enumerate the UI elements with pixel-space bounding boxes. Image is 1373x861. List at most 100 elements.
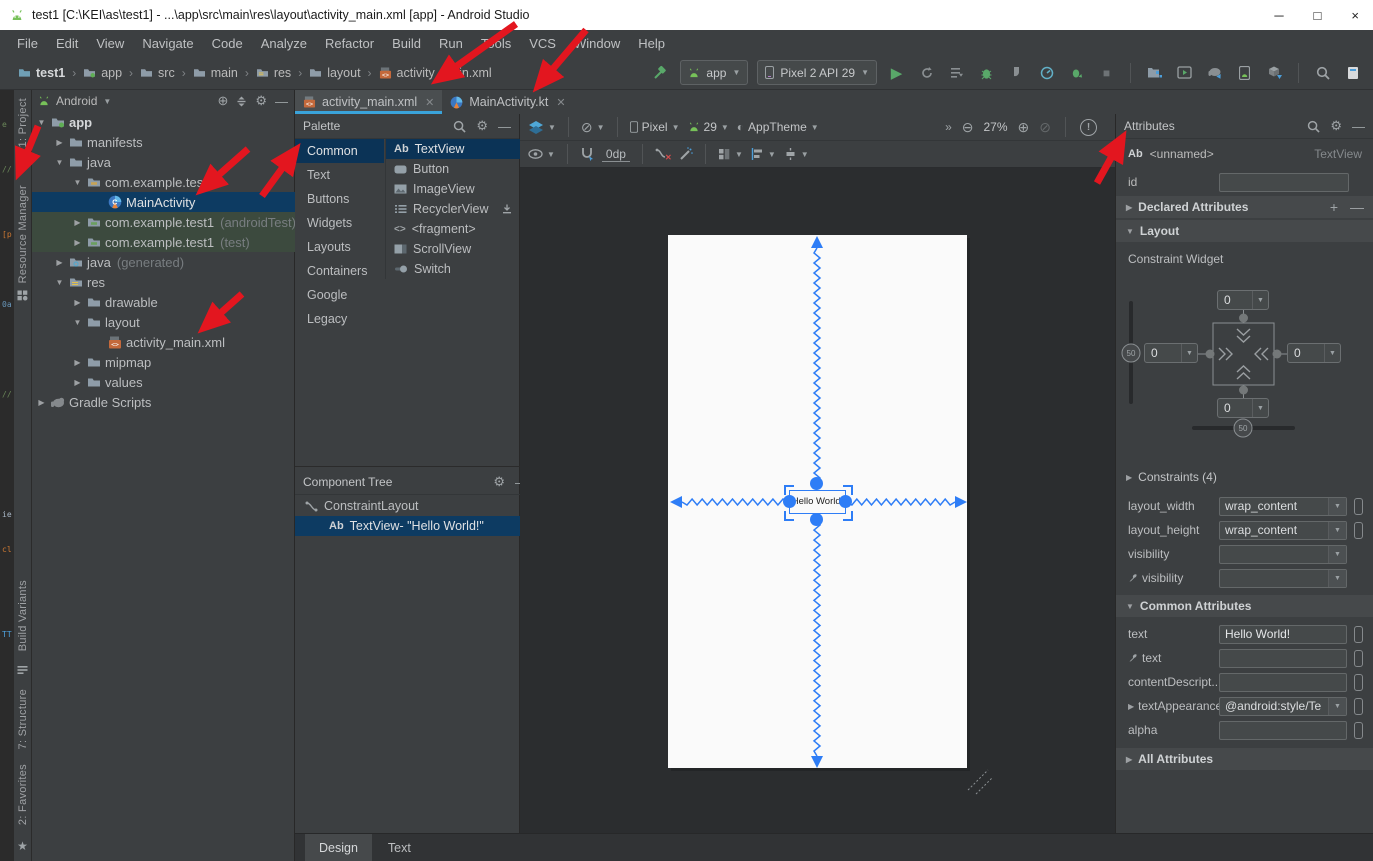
content-description-input[interactable] xyxy=(1219,673,1347,692)
alpha-input[interactable] xyxy=(1219,721,1347,740)
collapse-all-icon[interactable] xyxy=(236,96,247,107)
menu-edit[interactable]: Edit xyxy=(47,33,87,54)
distribute-select[interactable]: ▼ xyxy=(784,148,809,160)
run-button[interactable]: ▶ xyxy=(886,62,907,83)
palette-item-recyclerview[interactable]: RecyclerView xyxy=(386,199,520,219)
tree-item-manifests[interactable]: ▶ manifests xyxy=(32,132,295,152)
component-constraintlayout[interactable]: ConstraintLayout xyxy=(295,496,520,516)
margin-bottom-select[interactable]: 0▼ xyxy=(1217,398,1269,418)
menu-file[interactable]: File xyxy=(8,33,47,54)
menu-analyze[interactable]: Analyze xyxy=(252,33,316,54)
gear-icon[interactable]: ⚙ xyxy=(1330,118,1342,134)
palette-cat-buttons[interactable]: Buttons xyxy=(295,187,384,211)
constraint-handle-top[interactable] xyxy=(810,477,823,490)
zoom-fit-icon[interactable]: ⊘ xyxy=(1039,119,1051,136)
run-config-select[interactable]: app▼ xyxy=(680,60,748,85)
close-button[interactable]: × xyxy=(1351,8,1359,23)
tool-stripe-favorites[interactable]: 2: Favorites xyxy=(17,764,29,825)
id-input[interactable] xyxy=(1219,173,1349,192)
device-manager-icon[interactable] xyxy=(1234,62,1255,83)
default-margin-value[interactable]: 0dp xyxy=(602,147,630,162)
design-surface[interactable]: Hello World! xyxy=(520,168,1115,833)
palette-item-fragment[interactable]: <> <fragment> xyxy=(386,219,520,239)
tree-item-java-generated[interactable]: ▶ java (generated) xyxy=(32,252,295,272)
gear-icon[interactable]: ⚙ xyxy=(493,474,505,490)
align-select[interactable]: ▼ xyxy=(751,148,776,160)
layout-height-select[interactable]: wrap_content▼ xyxy=(1219,521,1347,540)
menu-navigate[interactable]: Navigate xyxy=(133,33,202,54)
gear-icon[interactable]: ⚙ xyxy=(476,118,488,134)
project-view-selector[interactable]: Android xyxy=(56,94,97,108)
resource-flag-icon[interactable] xyxy=(1354,626,1363,643)
palette-item-textview[interactable]: Ab TextView xyxy=(386,139,520,159)
breadcrumb-main[interactable]: main xyxy=(193,66,238,80)
theme-select[interactable]: ◐ AppTheme▼ xyxy=(737,120,819,134)
autoconnect-icon[interactable] xyxy=(580,147,594,161)
palette-item-button[interactable]: Button xyxy=(386,159,520,179)
palette-item-switch[interactable]: Switch xyxy=(386,259,520,279)
palette-cat-text[interactable]: Text xyxy=(295,163,384,187)
project-structure-icon[interactable] xyxy=(1144,62,1165,83)
minimize-button[interactable]: ─ xyxy=(1274,8,1283,23)
tab-mainactivity-kt[interactable]: MainActivity.kt ✕ xyxy=(442,90,573,114)
palette-cat-containers[interactable]: Containers xyxy=(295,259,384,283)
stop-button[interactable]: ■ xyxy=(1096,62,1117,83)
view-mode-select[interactable]: ▼ xyxy=(528,120,556,134)
breadcrumb-file[interactable]: <> activity_main.xml xyxy=(379,66,492,80)
tree-item-mainactivity[interactable]: C MainActivity xyxy=(32,192,295,212)
run-with-coverage-icon[interactable] xyxy=(946,62,967,83)
sdk-manager-icon[interactable] xyxy=(1264,62,1285,83)
margin-top-select[interactable]: 0▼ xyxy=(1217,290,1269,310)
palette-cat-widgets[interactable]: Widgets xyxy=(295,211,384,235)
palette-cat-layouts[interactable]: Layouts xyxy=(295,235,384,259)
tree-item-activity-main-xml[interactable]: <> activity_main.xml xyxy=(32,332,295,352)
breadcrumb-app[interactable]: app xyxy=(83,66,122,80)
search-everywhere-icon[interactable] xyxy=(1312,62,1333,83)
clear-constraints-icon[interactable]: ✕ xyxy=(655,147,671,161)
close-tab-icon[interactable]: ✕ xyxy=(425,96,434,109)
overflow-chevron-icon[interactable]: » xyxy=(945,120,952,134)
constraint-handle-right[interactable] xyxy=(839,495,852,508)
attach-profiler-icon[interactable] xyxy=(1006,62,1027,83)
tool-stripe-project[interactable]: 1: Project xyxy=(17,98,29,147)
menu-code[interactable]: Code xyxy=(203,33,252,54)
warnings-icon[interactable]: ! xyxy=(1080,119,1097,136)
hide-panel-icon[interactable]: — xyxy=(498,119,511,134)
avd-manager-icon[interactable] xyxy=(1174,62,1195,83)
tree-item-gradle-scripts[interactable]: ▶ Gradle Scripts xyxy=(32,392,295,412)
download-icon[interactable] xyxy=(502,204,512,214)
gear-icon[interactable]: ⚙ xyxy=(255,93,267,109)
section-all-attributes[interactable]: ▶All Attributes xyxy=(1116,748,1373,770)
hide-panel-icon[interactable]: — xyxy=(1352,119,1365,134)
tab-activity-main-xml[interactable]: <> activity_main.xml ✕ xyxy=(295,90,442,114)
layout-inspector-icon[interactable] xyxy=(1342,62,1363,83)
orientation-select[interactable]: ⊘ ▼ xyxy=(581,119,605,136)
tool-stripe-structure[interactable]: 7: Structure xyxy=(17,689,29,749)
text-input[interactable]: Hello World! xyxy=(1219,625,1347,644)
section-layout[interactable]: ▼Layout xyxy=(1116,220,1373,242)
tree-item-package-androidtest[interactable]: ▶ com.example.test1 (androidTest) xyxy=(32,212,295,232)
constraint-handle-bottom[interactable] xyxy=(810,513,823,526)
palette-cat-common[interactable]: Common xyxy=(295,139,384,163)
resource-flag-icon[interactable] xyxy=(1354,650,1363,667)
menu-run[interactable]: Run xyxy=(430,33,472,54)
tree-item-package-test[interactable]: ▶ com.example.test1 (test) xyxy=(32,232,295,252)
debug-button[interactable] xyxy=(976,62,997,83)
view-options-select[interactable]: ▼ xyxy=(528,149,555,159)
zoom-in-icon[interactable]: ⊕ xyxy=(1018,119,1030,136)
constraint-widget[interactable]: 50 50 0▼ xyxy=(1116,270,1373,466)
tree-item-layout[interactable]: ▼ layout xyxy=(32,312,295,332)
margin-left-select[interactable]: 0▼ xyxy=(1144,343,1198,363)
palette-item-scrollview[interactable]: ScrollView xyxy=(386,239,520,259)
menu-vcs[interactable]: VCS xyxy=(520,33,565,54)
sync-gradle-icon[interactable] xyxy=(1204,62,1225,83)
component-textview[interactable]: Ab TextView- "Hello World!" xyxy=(295,516,520,536)
menu-window[interactable]: Window xyxy=(565,33,629,54)
tree-item-package[interactable]: ▼ com.example.test1 xyxy=(32,172,295,192)
menu-help[interactable]: Help xyxy=(629,33,674,54)
resource-flag-icon[interactable] xyxy=(1354,522,1363,539)
device-select[interactable]: Pixel 2 API 29▼ xyxy=(757,60,877,85)
maximize-button[interactable]: □ xyxy=(1314,8,1322,23)
tools-visibility-select[interactable]: ▼ xyxy=(1219,569,1347,588)
tool-stripe-resource-manager[interactable]: Resource Manager xyxy=(17,185,29,283)
